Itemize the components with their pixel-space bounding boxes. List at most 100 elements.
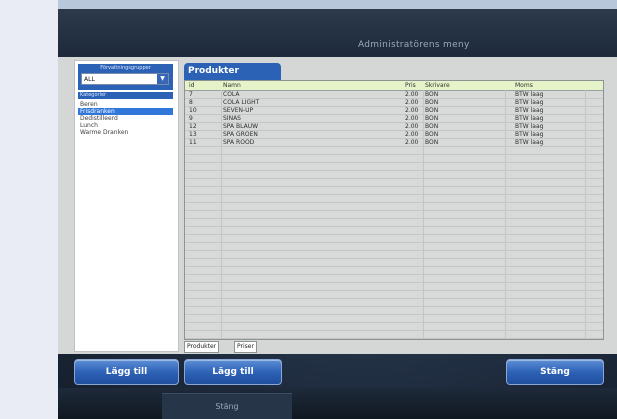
grid-line	[185, 202, 603, 203]
cell-id: 12	[189, 123, 197, 130]
cell-id: 7	[189, 91, 193, 98]
cell-printer: BON	[425, 99, 439, 106]
cell-name: SPA BLAUW	[223, 123, 259, 130]
grid-line	[185, 330, 603, 331]
grid-line	[185, 226, 603, 227]
cell-printer: BON	[425, 115, 439, 122]
cell-id: 11	[189, 139, 197, 146]
products-table: id Namn Pris Skrivare Moms 7 COLA 2.00 BON B…	[184, 80, 604, 340]
grid-line	[185, 162, 603, 163]
left-margin	[0, 0, 58, 419]
col-printer[interactable]: Skrivare	[425, 82, 450, 89]
cell-id: 8	[189, 99, 193, 106]
grid-line	[185, 170, 603, 171]
grid-line	[185, 242, 603, 243]
category-item-frisdranken[interactable]: Frisdranken	[78, 108, 173, 115]
categories-header: Kategorier	[78, 92, 173, 99]
cell-name: SINAS	[223, 115, 241, 122]
admin-window: Administratörens meny Förvaltningsgruppe…	[58, 0, 617, 419]
column-divider	[585, 90, 586, 339]
grid-line	[185, 154, 603, 155]
cell-printer: BON	[425, 107, 439, 114]
grid-line	[185, 274, 603, 275]
cell-price: 2.00	[405, 115, 419, 122]
cell-vat: BTW laag	[515, 139, 544, 146]
cell-price: 2.00	[405, 99, 419, 106]
chevron-down-icon[interactable]: ▼	[157, 74, 168, 84]
cell-vat: BTW laag	[515, 99, 544, 106]
grid-line	[185, 282, 603, 283]
category-item-dedistilleerd[interactable]: Dedistilleerd	[78, 115, 173, 122]
grid-line	[185, 218, 603, 219]
category-item-warme-dranken[interactable]: Warme Dranken	[78, 129, 173, 136]
cell-vat: BTW laag	[515, 123, 544, 130]
table-header: id Namn Pris Skrivare Moms	[185, 81, 603, 91]
cell-printer: BON	[425, 131, 439, 138]
cell-printer: BON	[425, 139, 439, 146]
close-button[interactable]: Stäng	[506, 359, 604, 385]
footer-bar	[58, 388, 617, 419]
col-vat[interactable]: Moms	[515, 82, 533, 89]
cell-vat: BTW laag	[515, 91, 544, 98]
cell-name: COLA	[223, 91, 240, 98]
cell-vat: BTW laag	[515, 107, 544, 114]
cell-vat: BTW laag	[515, 131, 544, 138]
tab-priser[interactable]: Priser	[234, 341, 257, 353]
add-category-button[interactable]: Lägg till	[74, 359, 179, 385]
grid-line	[185, 306, 603, 307]
grid-line	[185, 266, 603, 267]
column-divider	[423, 90, 424, 339]
cell-price: 2.00	[405, 139, 419, 146]
grid-line	[185, 178, 603, 179]
category-sidebar: Förvaltningsgrupper ALL ▼ Kategorier Ber…	[74, 60, 179, 352]
category-item-lunch[interactable]: Lunch	[78, 122, 173, 129]
cell-price: 2.00	[405, 131, 419, 138]
grid-line	[185, 98, 603, 99]
tab-produkter[interactable]: Produkter	[184, 341, 220, 353]
grid-line	[185, 290, 603, 291]
grid-line	[185, 146, 603, 147]
cell-price: 2.00	[405, 91, 419, 98]
grid-line	[185, 234, 603, 235]
category-item-beren[interactable]: Beren	[78, 101, 173, 108]
window-top-edge	[58, 0, 617, 9]
cell-printer: BON	[425, 123, 439, 130]
products-tab[interactable]: Produkter	[184, 63, 281, 80]
column-divider	[221, 90, 222, 339]
grid-line	[185, 130, 603, 131]
cell-vat: BTW laag	[515, 115, 544, 122]
category-list: Beren Frisdranken Dedistilleerd Lunch Wa…	[78, 101, 173, 136]
grid-line	[185, 314, 603, 315]
col-id[interactable]: id	[189, 82, 194, 89]
group-box: Förvaltningsgrupper ALL ▼	[78, 64, 173, 90]
grid-line	[185, 250, 603, 251]
group-select-value: ALL	[84, 76, 95, 83]
grid-line	[185, 122, 603, 123]
column-divider	[505, 90, 506, 339]
col-name[interactable]: Namn	[223, 82, 241, 89]
cell-printer: BON	[425, 91, 439, 98]
grid-line	[185, 210, 603, 211]
grid-line	[185, 258, 603, 259]
group-title: Förvaltningsgrupper	[100, 65, 151, 71]
grid-line	[185, 186, 603, 187]
cell-price: 2.00	[405, 123, 419, 130]
grid-line	[185, 138, 603, 139]
cell-price: 2.00	[405, 107, 419, 114]
cell-id: 10	[189, 107, 197, 114]
cell-id: 13	[189, 131, 197, 138]
col-price[interactable]: Pris	[405, 82, 416, 89]
grid-line	[185, 322, 603, 323]
cell-name: SPA GROEN	[223, 131, 258, 138]
group-select[interactable]: ALL ▼	[81, 73, 169, 85]
window-title: Administratörens meny	[358, 40, 470, 50]
grid-line	[185, 194, 603, 195]
grid-line	[185, 114, 603, 115]
cell-name: COLA LIGHT	[223, 99, 260, 106]
add-product-button[interactable]: Lägg till	[184, 359, 282, 385]
cell-name: SEVEN-UP	[223, 107, 254, 114]
footer-close-tab[interactable]: Stäng	[162, 393, 292, 419]
cell-name: SPA ROOD	[223, 139, 255, 146]
grid-line	[185, 338, 603, 339]
cell-id: 9	[189, 115, 193, 122]
